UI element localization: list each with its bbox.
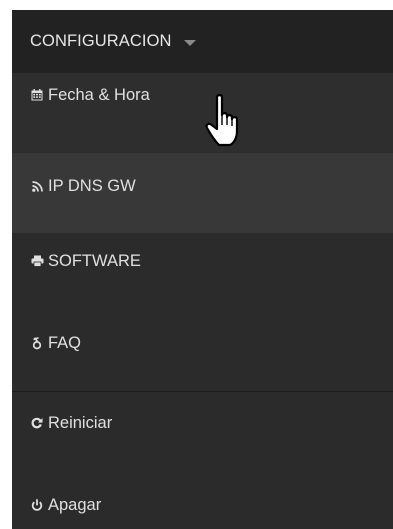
menu-item-label: Apagar	[48, 495, 102, 514]
menu-item-ip-dns-gw[interactable]: IP DNS GW	[12, 153, 393, 233]
hand-pointer-cursor-icon	[205, 94, 239, 147]
config-menu-title: CONFIGURACION	[30, 32, 172, 50]
calendar-icon	[30, 88, 44, 102]
menu-item-label: Reiniciar	[48, 413, 113, 432]
menu-item-label: IP DNS GW	[48, 176, 136, 195]
menu-item-label: FAQ	[48, 333, 82, 352]
print-icon	[30, 254, 44, 268]
menu-item-reiniciar[interactable]: Reiniciar	[12, 393, 393, 473]
menu-item-label: Fecha & Hora	[48, 85, 150, 104]
gender-icon	[30, 336, 44, 350]
menu-item-faq[interactable]: FAQ	[12, 313, 393, 393]
power-icon	[30, 498, 44, 512]
menu-item-apagar[interactable]: Apagar	[12, 473, 393, 529]
refresh-icon	[30, 416, 44, 430]
config-menu-toggle[interactable]: CONFIGURACION	[12, 10, 393, 73]
menu-item-software[interactable]: SOFTWARE	[12, 233, 393, 313]
caret-down-icon	[183, 39, 196, 46]
rss-icon	[30, 179, 44, 193]
menu-item-label: SOFTWARE	[48, 251, 141, 270]
menu-divider	[12, 391, 393, 392]
config-dropdown-menu: CONFIGURACION Fecha & Hora IP DNS GW SOF…	[12, 10, 393, 529]
